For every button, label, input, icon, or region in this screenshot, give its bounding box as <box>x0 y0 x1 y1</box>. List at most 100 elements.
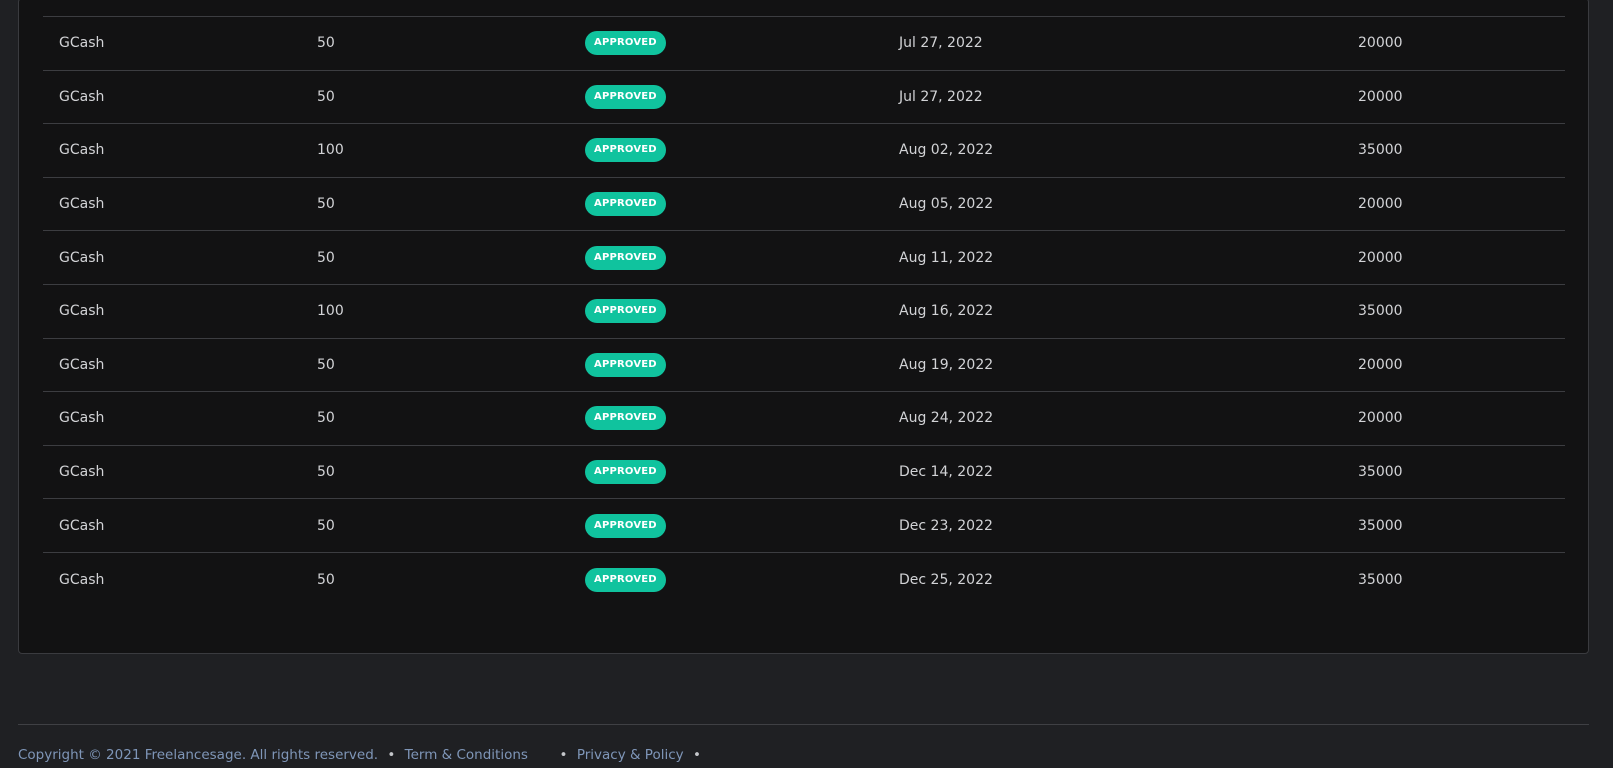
amount-cell: 50 <box>317 553 335 607</box>
payment-method-cell-text: GCash <box>59 410 105 427</box>
amount-cell: 100 <box>317 285 344 338</box>
status-cell: APPROVED <box>585 285 666 338</box>
date-cell-text: Aug 24, 2022 <box>899 410 994 427</box>
amount-cell: 50 <box>317 339 335 392</box>
privacy-link[interactable]: Privacy & Policy <box>577 747 684 763</box>
amount-cell-text: 100 <box>317 303 344 320</box>
total-cell: 35000 <box>1358 124 1403 177</box>
total-cell: 35000 <box>1358 499 1403 552</box>
date-cell-text: Jul 27, 2022 <box>899 88 983 105</box>
table-row: GCash 50 APPROVED Aug 24, 2022 20000 <box>43 392 1565 446</box>
date-cell-text: Aug 19, 2022 <box>899 356 994 373</box>
payment-method-cell: GCash <box>59 553 104 607</box>
amount-cell-text: 50 <box>317 356 335 373</box>
amount-cell-text: 50 <box>317 464 335 481</box>
payment-method-cell-text: GCash <box>59 35 105 52</box>
total-cell-text: 20000 <box>1358 249 1403 266</box>
payment-method-cell: GCash <box>59 124 104 177</box>
amount-cell: 50 <box>317 231 335 284</box>
date-cell-text: Aug 16, 2022 <box>899 303 994 320</box>
transactions-panel: GCash 50 APPROVED Jul 27, 2022 20000 GCash 50 A… <box>18 0 1589 654</box>
total-cell-text: 20000 <box>1358 35 1403 52</box>
status-cell: APPROVED <box>585 71 666 124</box>
date-cell: Jul 27, 2022 <box>899 17 983 70</box>
total-cell: 20000 <box>1358 339 1403 392</box>
status-badge: APPROVED <box>585 352 666 377</box>
total-cell: 20000 <box>1358 71 1403 124</box>
status-badge: APPROVED <box>585 192 666 217</box>
total-cell: 35000 <box>1358 285 1403 338</box>
status-badge: APPROVED <box>585 245 666 270</box>
table-row: GCash 50 APPROVED Aug 19, 2022 20000 <box>43 339 1565 393</box>
terms-link[interactable]: Term & Conditions <box>405 747 528 763</box>
table-row: GCash 50 APPROVED Dec 14, 2022 35000 <box>43 446 1565 500</box>
date-cell-text: Aug 02, 2022 <box>899 142 994 159</box>
payment-method-cell-text: GCash <box>59 303 105 320</box>
amount-cell: 50 <box>317 17 335 70</box>
total-cell-text: 35000 <box>1358 303 1403 320</box>
total-cell: 20000 <box>1358 17 1403 70</box>
payment-method-cell: GCash <box>59 178 104 231</box>
date-cell-text: Jul 27, 2022 <box>899 35 983 52</box>
total-cell-text: 20000 <box>1358 410 1403 427</box>
payment-method-cell-text: GCash <box>59 88 105 105</box>
status-cell: APPROVED <box>585 392 666 445</box>
total-cell: 35000 <box>1358 553 1403 607</box>
payment-method-cell: GCash <box>59 392 104 445</box>
date-cell: Jul 27, 2022 <box>899 71 983 124</box>
amount-cell-text: 50 <box>317 88 335 105</box>
amount-cell-text: 50 <box>317 517 335 534</box>
table-row: GCash 50 APPROVED Aug 05, 2022 20000 <box>43 178 1565 232</box>
amount-cell: 50 <box>317 71 335 124</box>
payment-method-cell-text: GCash <box>59 464 105 481</box>
payment-method-cell: GCash <box>59 231 104 284</box>
amount-cell-text: 50 <box>317 410 335 427</box>
amount-cell: 50 <box>317 499 335 552</box>
table-row: GCash 50 APPROVED Jul 27, 2022 20000 <box>43 17 1565 71</box>
payment-method-cell-text: GCash <box>59 356 105 373</box>
total-cell-text: 20000 <box>1358 196 1403 213</box>
status-cell: APPROVED <box>585 178 666 231</box>
payment-method-cell-text: GCash <box>59 249 105 266</box>
amount-cell-text: 100 <box>317 142 344 159</box>
payment-method-cell-text: GCash <box>59 196 105 213</box>
status-badge: APPROVED <box>585 299 666 324</box>
date-cell: Dec 23, 2022 <box>899 499 993 552</box>
total-cell-text: 35000 <box>1358 571 1403 588</box>
table-row: GCash 100 APPROVED Aug 02, 2022 35000 <box>43 124 1565 178</box>
status-badge: APPROVED <box>585 138 666 163</box>
transactions-table: GCash 50 APPROVED Jul 27, 2022 20000 GCash 50 A… <box>43 16 1565 607</box>
status-badge: APPROVED <box>585 567 666 592</box>
total-cell: 35000 <box>1358 446 1403 499</box>
date-cell: Aug 16, 2022 <box>899 285 993 338</box>
payment-method-cell-text: GCash <box>59 142 105 159</box>
date-cell-text: Dec 14, 2022 <box>899 464 993 481</box>
copyright-text: Copyright © 2021 Freelancesage. All righ… <box>18 747 379 763</box>
date-cell: Aug 02, 2022 <box>899 124 993 177</box>
status-badge: APPROVED <box>585 513 666 538</box>
total-cell-text: 20000 <box>1358 356 1403 373</box>
payment-method-cell-text: GCash <box>59 571 105 588</box>
payment-method-cell: GCash <box>59 17 104 70</box>
amount-cell: 50 <box>317 392 335 445</box>
date-cell: Dec 14, 2022 <box>899 446 993 499</box>
amount-cell-text: 50 <box>317 249 335 266</box>
amount-cell-text: 50 <box>317 35 335 52</box>
payment-method-cell: GCash <box>59 285 104 338</box>
date-cell-text: Dec 25, 2022 <box>899 571 993 588</box>
status-cell: APPROVED <box>585 17 666 70</box>
table-row: GCash 50 APPROVED Dec 25, 2022 35000 <box>43 553 1565 607</box>
total-cell-text: 20000 <box>1358 88 1403 105</box>
status-cell: APPROVED <box>585 499 666 552</box>
table-row: GCash 50 APPROVED Dec 23, 2022 35000 <box>43 499 1565 553</box>
status-badge: APPROVED <box>585 31 666 56</box>
amount-cell: 50 <box>317 446 335 499</box>
table-row: GCash 100 APPROVED Aug 16, 2022 35000 <box>43 285 1565 339</box>
table-row: GCash 50 APPROVED Aug 11, 2022 20000 <box>43 231 1565 285</box>
date-cell-text: Dec 23, 2022 <box>899 517 993 534</box>
date-cell: Aug 05, 2022 <box>899 178 993 231</box>
total-cell: 20000 <box>1358 392 1403 445</box>
table-row: GCash 50 APPROVED Jul 27, 2022 20000 <box>43 71 1565 125</box>
status-cell: APPROVED <box>585 231 666 284</box>
footer-divider <box>18 724 1589 725</box>
